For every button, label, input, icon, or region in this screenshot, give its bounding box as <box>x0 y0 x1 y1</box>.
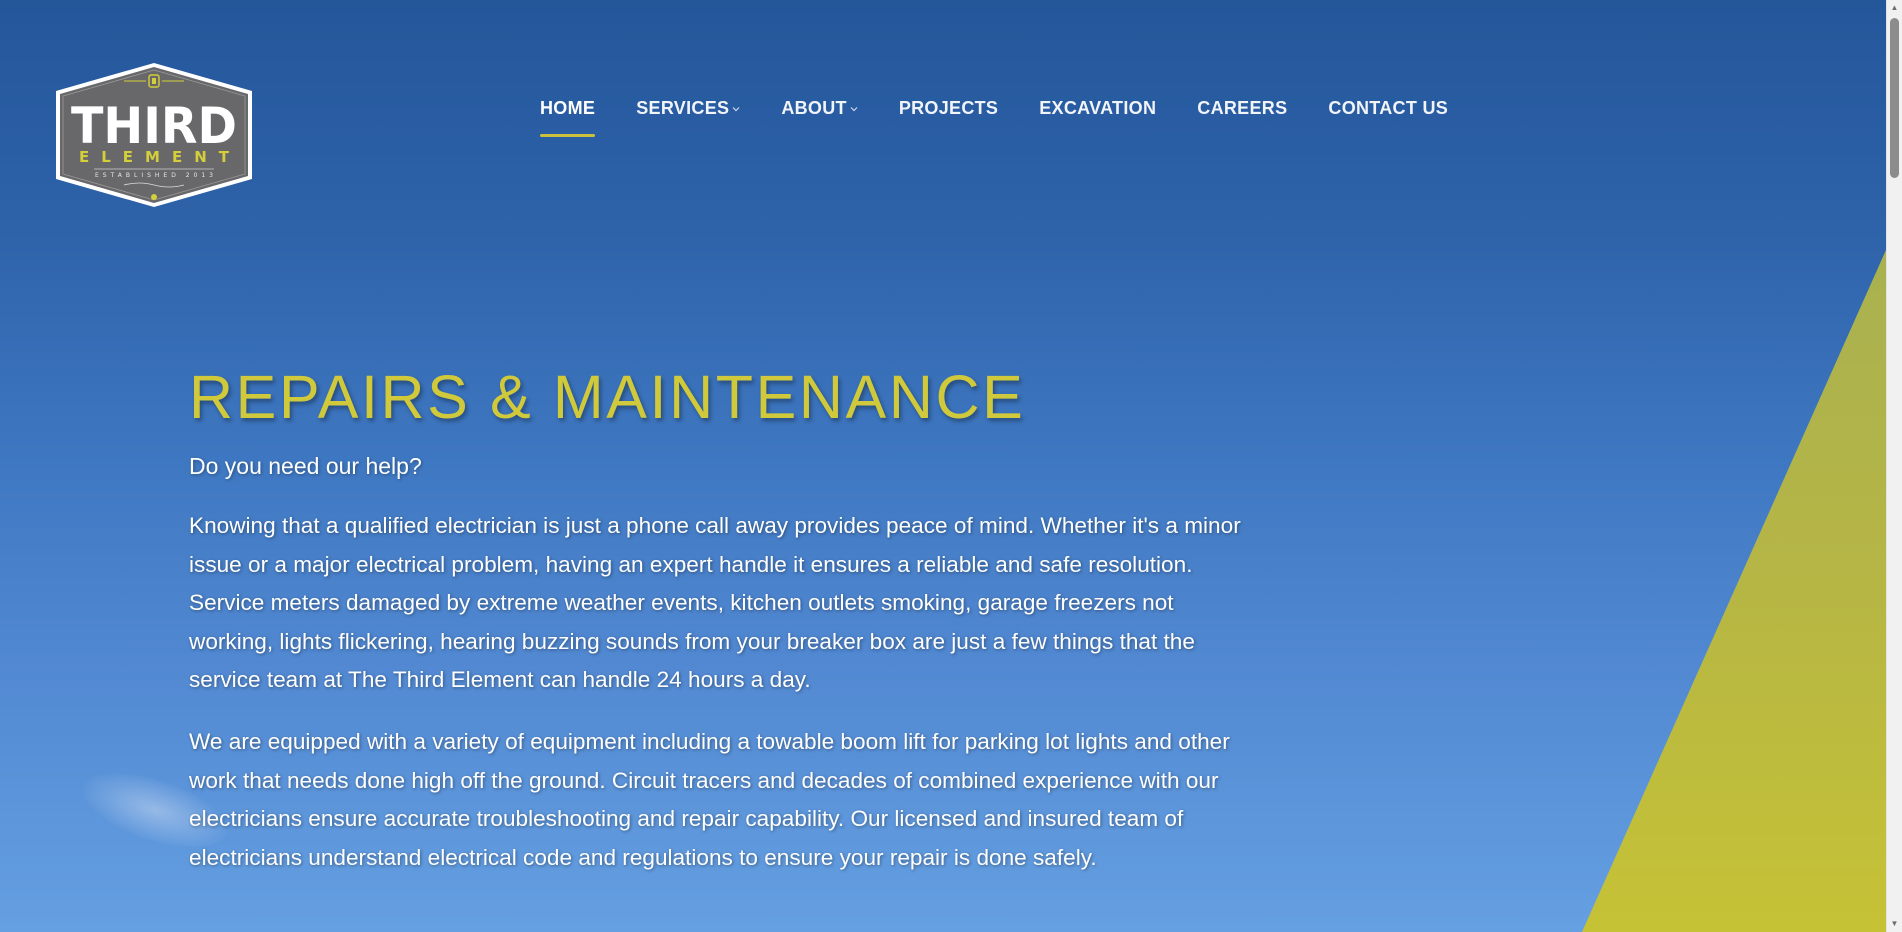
logo-line1: THIRD <box>71 97 237 155</box>
scrollbar-thumb[interactable] <box>1890 18 1899 178</box>
nav-label: SERVICES <box>636 98 730 118</box>
equipment-paragraph: We are equipped with a variety of equipm… <box>189 729 1230 870</box>
hero-subtitle: Do you need our help? <box>189 453 422 480</box>
nav-label: EXCAVATION <box>1039 98 1157 118</box>
nav-item-projects[interactable]: PROJECTS <box>899 98 998 137</box>
main-navigation: HOME SERVICES ABOUT PROJECTS EXCAVATION … <box>540 98 1489 137</box>
yellow-wedge-decoration <box>1582 250 1886 932</box>
nav-item-careers[interactable]: CAREERS <box>1197 98 1287 137</box>
nav-label: CAREERS <box>1197 98 1288 118</box>
nav-label: PROJECTS <box>898 98 999 118</box>
vertical-scrollbar[interactable]: ▲ ▼ <box>1886 0 1902 932</box>
nav-item-excavation[interactable]: EXCAVATION <box>1039 98 1156 137</box>
logo-established: ESTABLISHED 2013 <box>95 172 213 179</box>
chevron-down-icon <box>850 104 858 115</box>
chevron-down-icon <box>732 104 740 115</box>
site-logo[interactable]: THIRD ELEMENT ESTABLISHED 2013 <box>54 61 254 209</box>
intro-paragraph: Knowing that a qualified electrician is … <box>189 513 1241 693</box>
nav-label: HOME <box>540 98 596 118</box>
nav-label: ABOUT <box>781 98 847 118</box>
third-element-logo-icon: THIRD ELEMENT ESTABLISHED 2013 <box>56 63 252 207</box>
nav-item-about[interactable]: ABOUT <box>781 98 858 137</box>
page-viewport: THIRD ELEMENT ESTABLISHED 2013 HOME SERV… <box>0 0 1902 932</box>
nav-item-home[interactable]: HOME <box>540 98 596 137</box>
hero-content: REPAIRS & MAINTENANCE Do you need our he… <box>189 363 1249 900</box>
scroll-up-arrow-icon[interactable]: ▲ <box>1887 0 1902 16</box>
nav-item-contact-us[interactable]: CONTACT US <box>1328 98 1448 137</box>
nav-item-services[interactable]: SERVICES <box>636 98 740 137</box>
page-title: REPAIRS & MAINTENANCE <box>189 363 1026 431</box>
scroll-down-arrow-icon[interactable]: ▼ <box>1887 916 1902 932</box>
nav-label: CONTACT US <box>1328 98 1449 118</box>
